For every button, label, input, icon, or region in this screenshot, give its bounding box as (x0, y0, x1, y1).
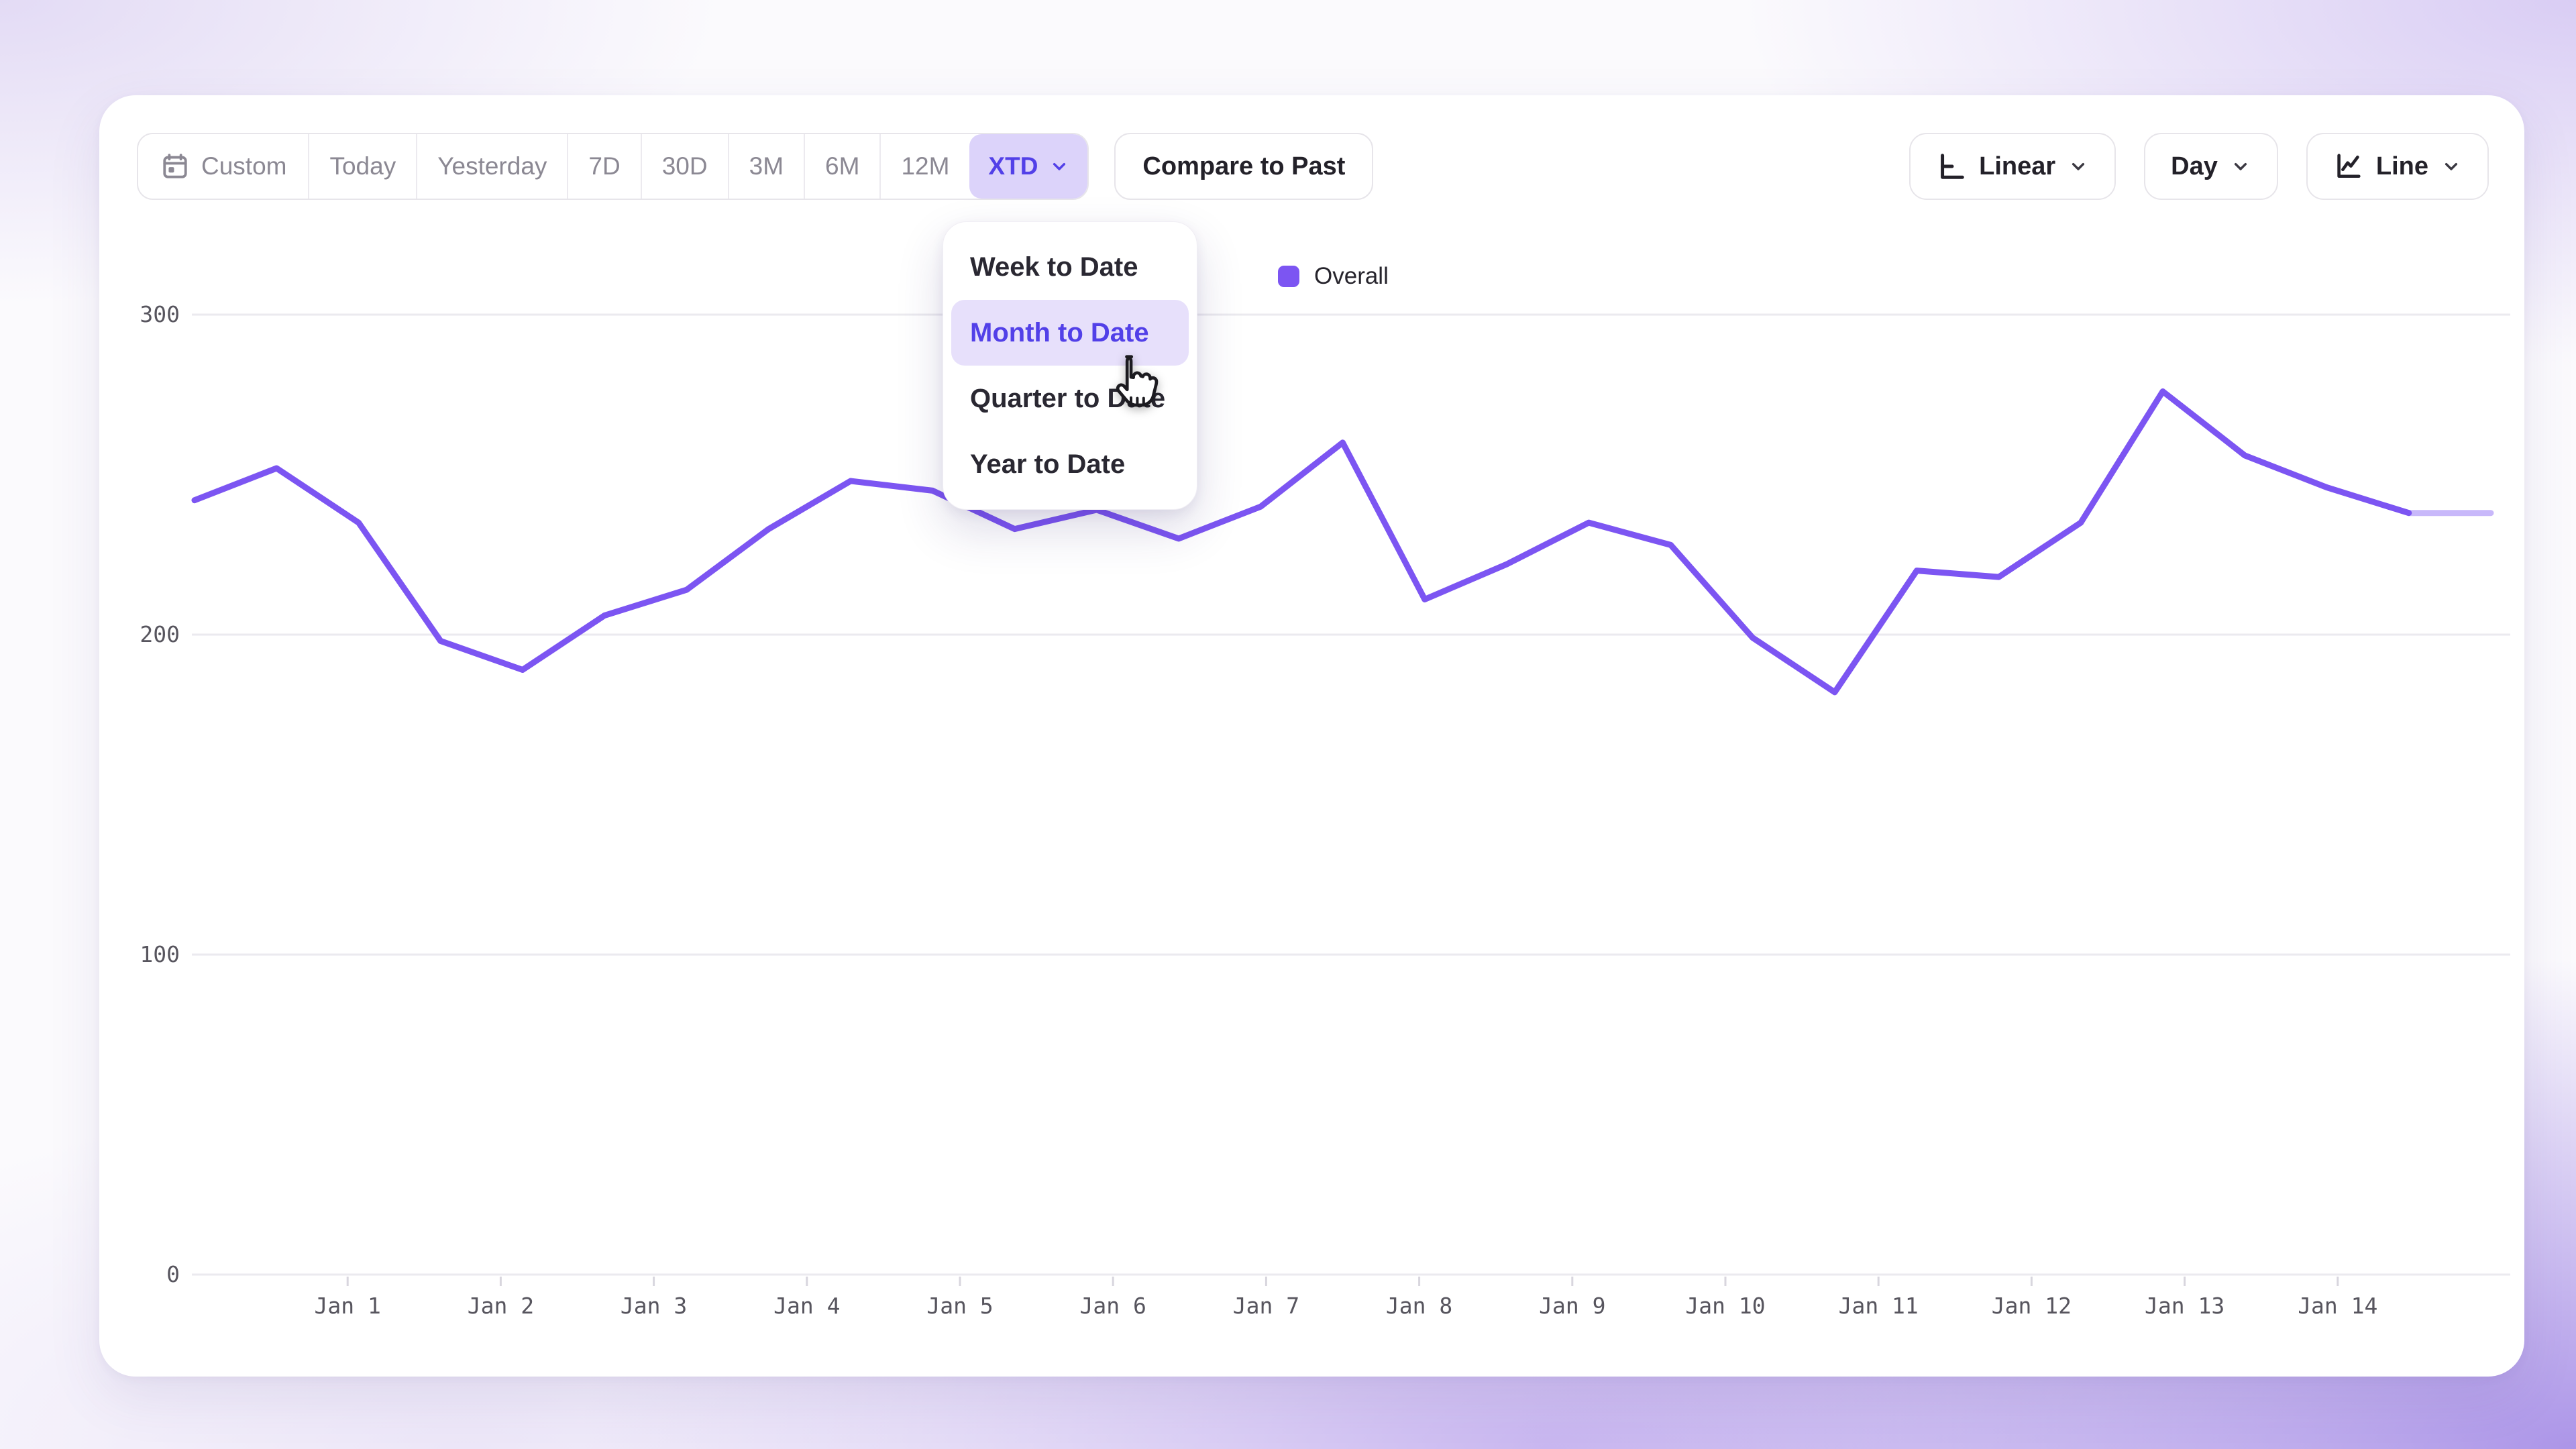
legend-swatch-overall (1278, 266, 1299, 287)
menu-item-week-to-date[interactable]: Week to Date (951, 234, 1189, 300)
chart-legend: Overall (1278, 263, 1389, 290)
date-range-segmented-control: Custom Today Yesterday 7D 30D 3M 6M 12M (137, 133, 1089, 200)
range-today-button[interactable]: Today (308, 134, 416, 199)
app-screen: 0100200300Jan 1Jan 2Jan 3Jan 4Jan 5Jan 6… (0, 0, 2576, 1449)
range-custom-label: Custom (201, 152, 286, 180)
chart-type-dropdown-button[interactable]: Line (2306, 133, 2489, 200)
toolbar: Custom Today Yesterday 7D 30D 3M 6M 12M (137, 133, 2489, 200)
range-xtd-button[interactable]: XTD (969, 134, 1087, 199)
linear-axis-icon (1936, 151, 1967, 182)
chevron-down-icon (1049, 156, 1070, 177)
legend-label-overall: Overall (1314, 263, 1389, 290)
range-3m-button[interactable]: 3M (728, 134, 804, 199)
line-chart-icon (2333, 151, 2364, 182)
range-yesterday-button[interactable]: Yesterday (416, 134, 567, 199)
menu-item-year-to-date[interactable]: Year to Date (951, 431, 1189, 497)
compare-to-past-button[interactable]: Compare to Past (1114, 133, 1373, 200)
range-30d-button[interactable]: 30D (641, 134, 728, 199)
granularity-dropdown-button[interactable]: Day (2144, 133, 2278, 200)
chevron-down-icon (2440, 156, 2462, 177)
calendar-icon (160, 151, 191, 182)
range-12m-button[interactable]: 12M (879, 134, 969, 199)
chevron-down-icon (2068, 156, 2089, 177)
hand-pointer-cursor (1102, 353, 1161, 416)
range-6m-button[interactable]: 6M (804, 134, 879, 199)
range-7d-button[interactable]: 7D (567, 134, 640, 199)
chevron-down-icon (2230, 156, 2251, 177)
range-custom-button[interactable]: Custom (138, 134, 308, 199)
chart-options-group: Linear Day Line (1909, 133, 2489, 200)
scale-dropdown-button[interactable]: Linear (1909, 133, 2116, 200)
